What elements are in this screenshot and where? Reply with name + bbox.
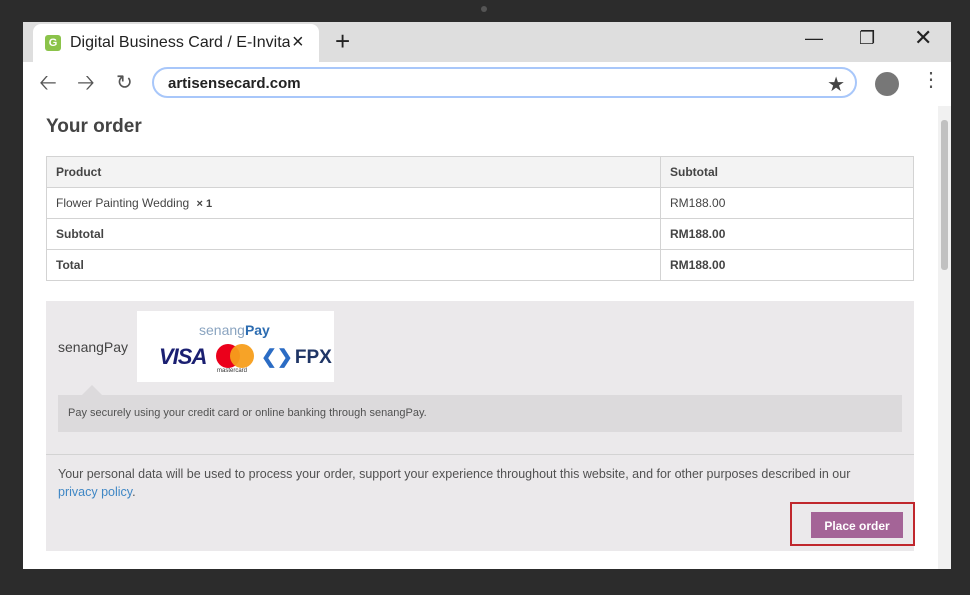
browser-menu-icon[interactable]: ⋮ [921,70,941,90]
tab-bar: G Digital Business Card / E-Invita × + —… [23,22,951,62]
forward-arrow-icon[interactable]: 🡢 [77,72,95,94]
page-title: Your order [46,116,142,137]
scrollbar[interactable] [938,106,951,569]
browser-tab[interactable]: G Digital Business Card / E-Invita × [33,24,319,62]
payment-description: Pay securely using your credit card or o… [68,407,427,419]
description-pointer [82,385,102,395]
total-row: Total RM188.00 [46,249,914,281]
subtotal-label: Subtotal [46,218,661,250]
fpx-logo: ❮❯ FPX [261,347,332,368]
product-quantity: × 1 [196,198,213,210]
mastercard-text: mastercard [217,368,248,374]
visa-logo: VISA [159,344,207,369]
favicon-icon: G [45,35,61,51]
table-header-row: Product Subtotal [46,156,914,188]
subtotal-value: RM188.00 [660,218,914,250]
product-name: Flower Painting Wedding [56,196,190,210]
restore-icon[interactable]: ❐ [859,28,875,48]
page-content: Your order Product Subtotal Flower Paint… [23,106,951,569]
scrollbar-thumb[interactable] [941,120,948,270]
highlight-box [790,502,915,546]
divider [46,454,914,455]
total-label: Total [46,249,661,281]
bookmark-star-icon[interactable]: ★ [827,72,845,97]
privacy-text: Your personal data will be used to proce… [58,467,851,481]
minimize-icon[interactable]: — [805,28,823,48]
total-value: RM188.00 [660,249,914,281]
privacy-notice: Your personal data will be used to proce… [58,467,851,499]
payment-logos: senangPay VISA mastercard ❮❯ FPX [137,311,334,382]
payment-description-box: Pay securely using your credit card or o… [58,395,902,432]
subtotal-row: Subtotal RM188.00 [46,218,914,250]
url-text: artisensecard.com [168,75,301,92]
browser-toolbar: 🡠 🡢 ↻ artisensecard.com ★ ⋮ [23,62,951,106]
order-table: Product Subtotal Flower Painting Wedding… [46,156,914,281]
browser-window: G Digital Business Card / E-Invita × + —… [23,22,951,569]
close-tab-icon[interactable]: × [292,32,304,52]
table-row: Flower Painting Wedding × 1 RM188.00 [46,187,914,219]
header-subtotal: Subtotal [660,156,914,188]
close-window-icon[interactable]: ✕ [914,27,932,49]
header-product: Product [46,156,661,188]
senangpay-logo: senangPay [199,322,270,338]
payment-method-label[interactable]: senangPay [58,339,128,355]
reload-icon[interactable]: ↻ [116,72,133,94]
product-subtotal: RM188.00 [660,187,914,219]
payment-panel: senangPay senangPay VISA mastercard ❮❯ FP… [46,301,914,551]
address-bar[interactable]: artisensecard.com ★ [152,67,857,98]
profile-avatar[interactable] [875,72,899,96]
back-arrow-icon[interactable]: 🡠 [39,72,57,94]
new-tab-button[interactable]: + [335,28,350,54]
mastercard-logo [216,344,256,370]
privacy-policy-link[interactable]: privacy policy [58,485,132,499]
tab-title: Digital Business Card / E-Invita [70,34,290,51]
product-cell: Flower Painting Wedding × 1 [46,187,661,219]
camera-dot [481,6,487,12]
